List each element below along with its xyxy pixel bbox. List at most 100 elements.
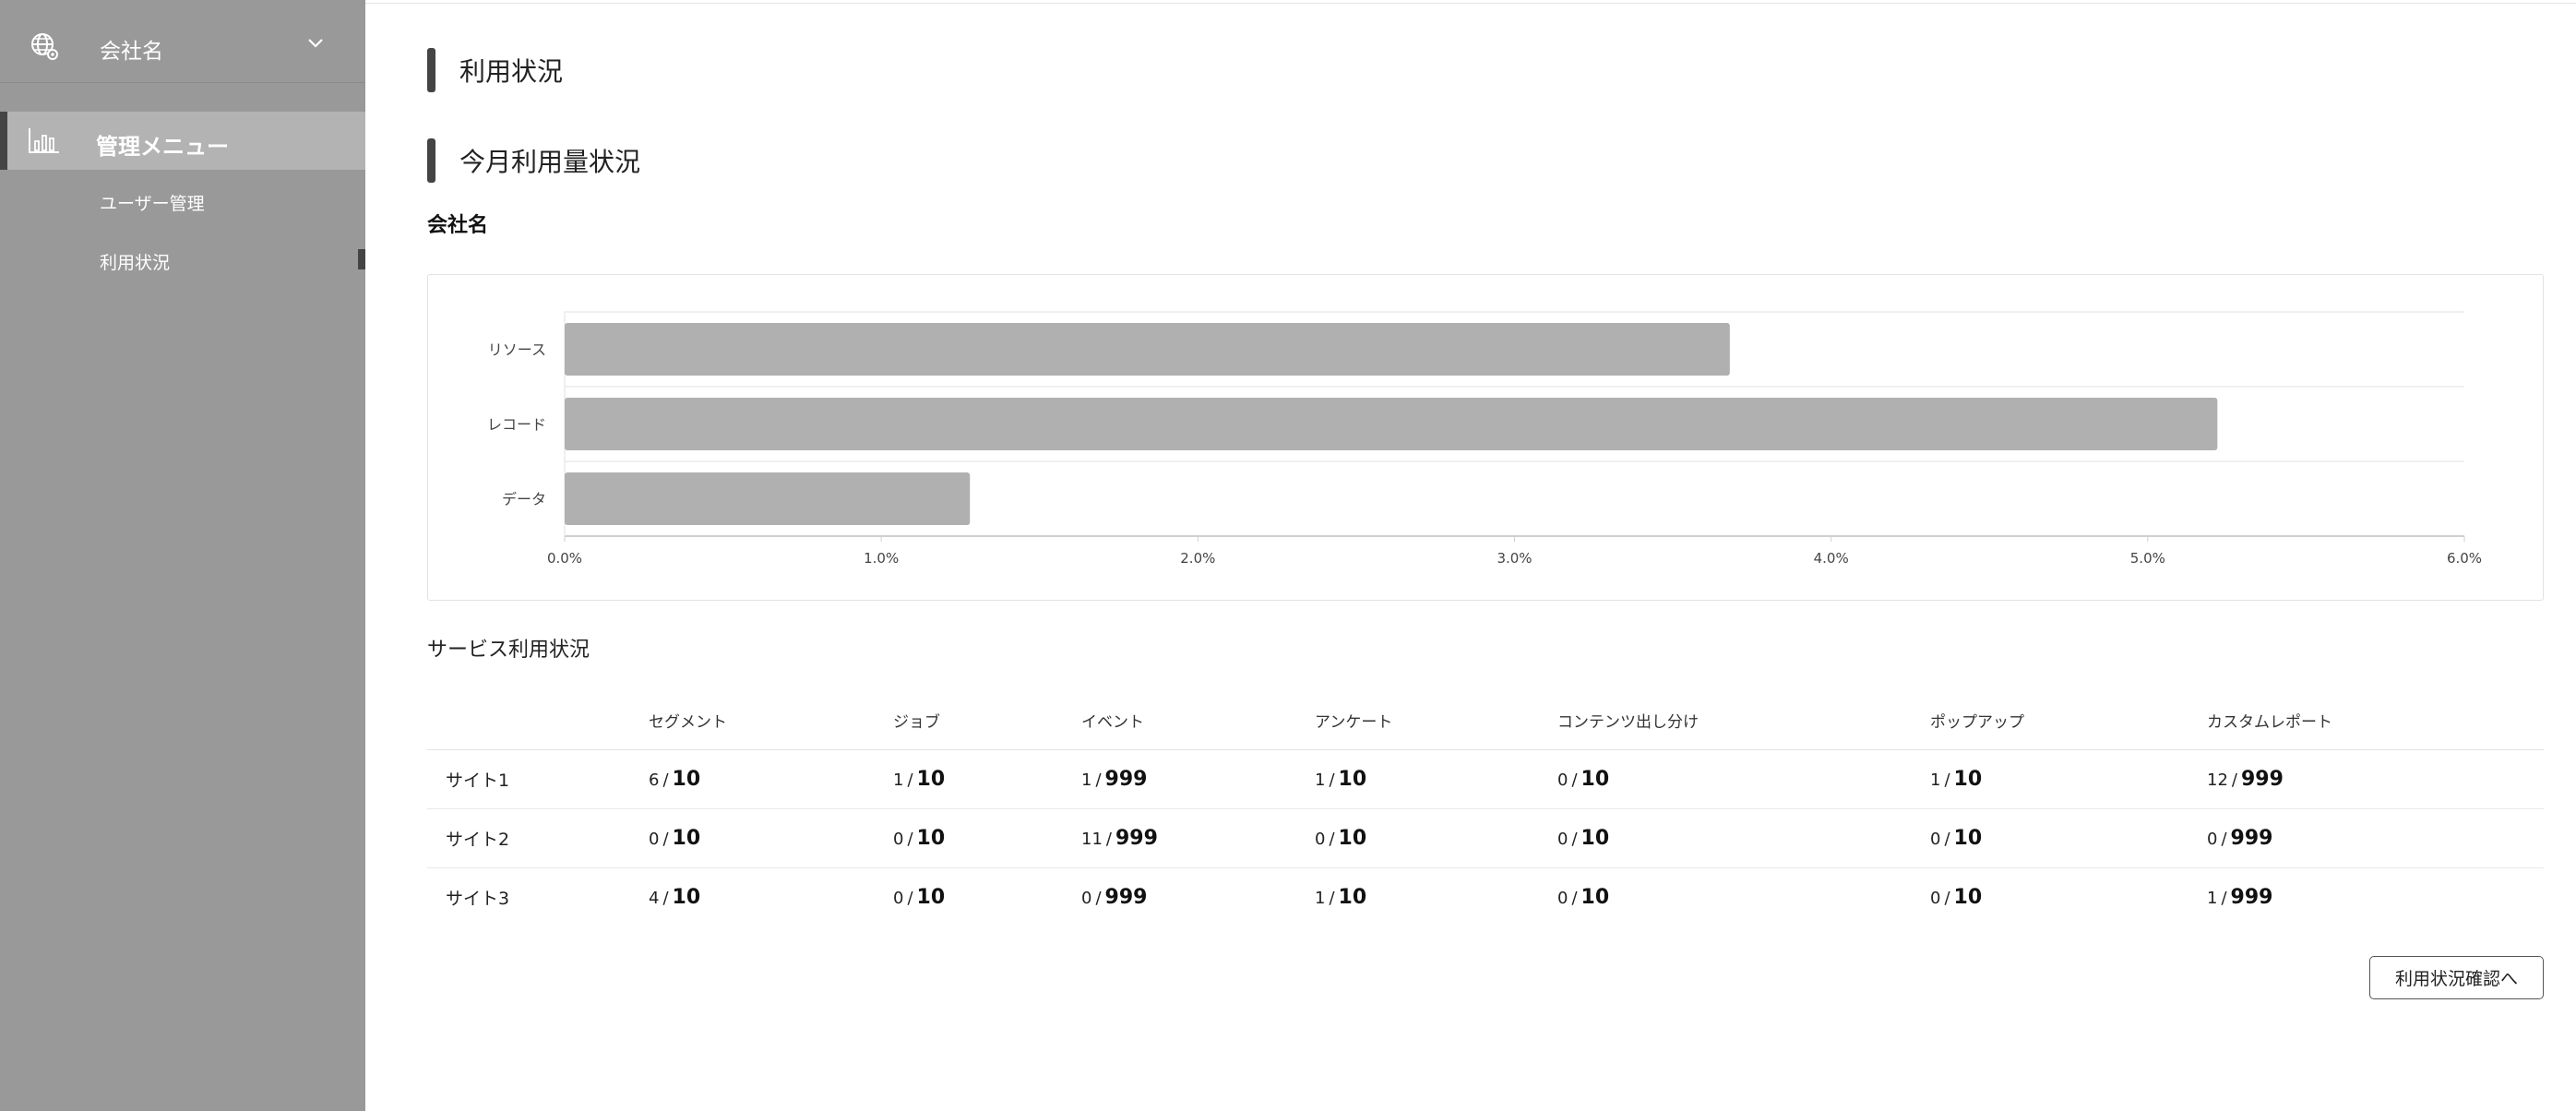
table-header: ジョブ [893,692,1081,750]
separator: / [1571,770,1578,790]
active-indicator [0,112,7,170]
used-count: 0 [1557,829,1568,849]
separator: / [1329,829,1335,849]
x-tick-label: 4.0% [1814,550,1849,567]
usage-cell: 4/10 [649,867,893,926]
limit-count: 10 [1580,767,1610,791]
title-accent [427,48,435,92]
sidebar-item-usage[interactable]: 利用状況 [100,249,170,274]
separator: / [1571,829,1578,849]
usage-cell: 1/999 [1081,749,1315,809]
x-tick-label: 1.0% [864,550,899,567]
site-name: サイト3 [446,888,510,909]
limit-count: 999 [2230,826,2273,850]
separator: / [907,770,913,790]
company-name: 会社名 [100,40,163,64]
site-name: サイト2 [427,808,649,868]
separator: / [1571,888,1578,908]
usage-cell: 0/10 [1557,749,1930,809]
category-label: レコード [487,416,546,434]
x-tick-label: 2.0% [1180,550,1215,567]
usage-cell: 0/999 [1081,867,1315,926]
service-usage-title: サービス利用状況 [427,639,590,662]
limit-count: 10 [916,767,946,791]
admin-menu-label: 管理メニュー [96,134,229,160]
used-count: 1 [1315,888,1326,908]
used-count: 4 [649,888,660,908]
table-header-row: セグメント ジョブ イベント アンケート コンテンツ出し分け ポップアップ カス… [427,692,2544,750]
x-tick-label: 5.0% [2130,550,2165,567]
used-count: 1 [893,770,904,790]
usage-cell: 0/10 [1557,867,1930,926]
table-header: カスタムレポート [2207,692,2544,750]
chart-bar [565,323,1730,376]
category-label: データ [502,491,546,508]
table-header: ポップアップ [1930,692,2207,750]
limit-count: 999 [1104,767,1148,791]
chart-bar [565,398,2218,450]
limit-count: 999 [2230,885,2273,909]
limit-count: 10 [1953,885,1983,909]
usage-bar-chart: リソースレコードデータ 0.0% 1.0% 2.0% 3.0% 4.0% 5.0% 6.0% [487,311,2482,567]
used-count: 0 [1315,829,1326,849]
used-count: 1 [1081,770,1092,790]
top-divider [365,3,2576,4]
used-count: 0 [649,829,660,849]
used-count: 11 [1081,829,1103,849]
usage-cell: 1/999 [2207,867,2544,926]
table-header: セグメント [649,692,893,750]
usage-cell: 1/10 [1930,749,2207,809]
table-row: サイト2 0/10 0/10 11/999 0/10 0/10 0/10 0/999 [427,808,2544,868]
used-count: 0 [1930,888,1941,908]
section-title-text: 今月利用量状況 [459,147,641,177]
usage-cell: 6/10 [649,749,893,809]
usage-cell: 0/999 [2207,808,2544,868]
limit-count: 10 [1338,767,1367,791]
table-row: サイト1 6/10 1/10 1/999 1/10 0/10 1/10 12/999 [427,749,2544,809]
site-name: サイト1 [427,749,649,809]
used-count: 0 [1081,888,1092,908]
separator: / [1944,829,1950,849]
separator: / [2221,829,2227,849]
x-tick-label: 6.0% [2447,550,2482,567]
separator: / [1095,888,1102,908]
usage-cell: 1/10 [1315,749,1557,809]
limit-count: 10 [1953,767,1983,791]
usage-confirm-button[interactable]: 利用状況確認へ [2369,956,2544,999]
limit-count: 10 [672,767,701,791]
used-count: 0 [2207,829,2218,849]
limit-count: 10 [1580,826,1610,850]
page-title: 利用状況 [427,48,563,92]
used-count: 0 [1930,829,1941,849]
service-usage-table: セグメント ジョブ イベント アンケート コンテンツ出し分け ポップアップ カス… [427,692,2544,926]
sidebar-item-user-management[interactable]: ユーザー管理 [100,190,205,215]
used-count: 1 [1930,770,1941,790]
chevron-down-icon[interactable] [306,37,325,50]
used-count: 0 [1557,888,1568,908]
separator: / [907,829,913,849]
usage-cell: 1/10 [893,749,1081,809]
table-header: アンケート [1315,692,1557,750]
limit-count: 10 [1338,885,1367,909]
globe-icon [31,33,58,60]
usage-cell: 0/10 [1930,808,2207,868]
used-count: 1 [1315,770,1326,790]
usage-cell: 11/999 [1081,808,1315,868]
page-title-text: 利用状況 [459,56,564,87]
separator: / [662,770,669,790]
usage-cell: 0/10 [1315,808,1557,868]
separator: / [1095,770,1102,790]
used-count: 0 [893,829,904,849]
company-selector[interactable]: 会社名 [0,0,365,83]
separator: / [2231,770,2237,790]
company-label: 会社名 [427,214,489,237]
sidebar: 会社名 管理メニュー ユーザー管理 利用状況 [0,0,365,1111]
separator: / [1944,770,1950,790]
admin-menu-header[interactable]: 管理メニュー [0,112,365,170]
chart-bar [565,472,971,525]
limit-count: 999 [1104,885,1148,909]
usage-cell: 12/999 [2207,749,2544,809]
used-count: 0 [893,888,904,908]
used-count: 0 [1557,770,1568,790]
separator: / [1105,829,1112,849]
